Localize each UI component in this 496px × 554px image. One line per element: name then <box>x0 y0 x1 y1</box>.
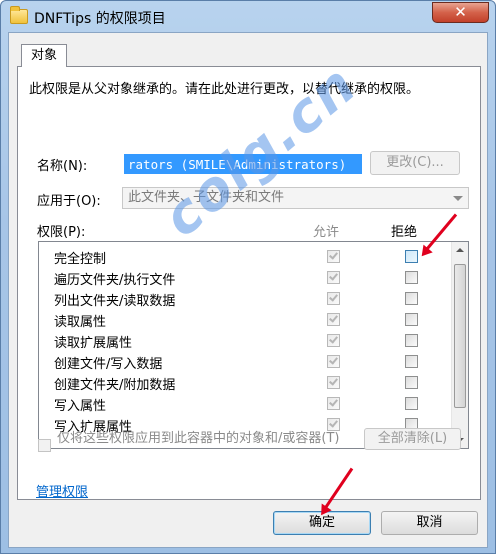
vertical-scrollbar[interactable] <box>451 242 468 448</box>
list-item: 创建文件/写入数据 <box>39 351 444 372</box>
permission-name: 创建文件夹/附加数据 <box>54 378 176 393</box>
check-icon <box>329 334 338 344</box>
scroll-thumb[interactable] <box>454 264 466 408</box>
check-icon <box>329 250 338 260</box>
allow-checkbox[interactable] <box>327 271 340 284</box>
check-icon <box>329 376 338 386</box>
list-item: 遍历文件夹/执行文件 <box>39 267 444 288</box>
clear-all-button[interactable]: 全部清除(L) <box>364 428 461 450</box>
list-item: 创建文件夹/附加数据 <box>39 372 444 393</box>
cancel-button[interactable]: 取消 <box>381 511 478 535</box>
apply-only-checkbox[interactable] <box>38 439 51 452</box>
permission-name: 读取属性 <box>54 315 107 330</box>
deny-checkbox[interactable] <box>405 292 418 305</box>
close-button[interactable]: ✕ <box>432 2 489 23</box>
check-icon <box>329 355 338 365</box>
permission-name: 读取扩展属性 <box>54 336 133 351</box>
list-item: 读取扩展属性 <box>39 330 444 351</box>
check-icon <box>329 313 338 323</box>
check-icon <box>329 292 338 302</box>
permission-name: 列出文件夹/读取数据 <box>54 294 176 309</box>
tab-object[interactable]: 对象 <box>21 44 67 67</box>
check-icon <box>329 271 338 281</box>
check-icon <box>329 397 338 407</box>
check-icon <box>329 418 338 428</box>
list-item: 列出文件夹/读取数据 <box>39 288 444 309</box>
inherit-note: 此权限是从父对象继承的。请在此处进行更改，以替代继承的权限。 <box>29 82 420 97</box>
permissions-list[interactable]: 完全控制 遍历文件夹/执行文件 列出文件夹/读取数据 读取属性 读取扩展属性 创… <box>38 241 469 449</box>
allow-checkbox[interactable] <box>327 334 340 347</box>
permission-entry-window: DNFTips 的权限项目 ✕ 对象 此权限是从父对象继承的。请在此处进行更改，… <box>0 0 496 554</box>
apply-only-label: 仅将这些权限应用到此容器中的对象和/或容器(T) <box>57 431 340 446</box>
permission-name: 完全控制 <box>54 252 107 267</box>
title-bar[interactable]: DNFTips 的权限项目 ✕ <box>1 1 495 33</box>
manage-permissions-link[interactable]: 管理权限 <box>36 481 88 500</box>
apply-to-label: 应用于(O): <box>37 194 101 209</box>
deny-checkbox[interactable] <box>405 271 418 284</box>
allow-checkbox[interactable] <box>327 376 340 389</box>
permission-name: 遍历文件夹/执行文件 <box>54 273 176 288</box>
allow-checkbox[interactable] <box>327 250 340 263</box>
deny-checkbox[interactable] <box>405 334 418 347</box>
permissions-label: 权限(P): <box>37 225 86 240</box>
deny-header: 拒绝 <box>391 225 418 240</box>
permission-name: 写入属性 <box>54 399 107 414</box>
permission-name: 创建文件/写入数据 <box>54 357 163 372</box>
list-item: 读取属性 <box>39 309 444 330</box>
deny-checkbox[interactable] <box>405 376 418 389</box>
change-button[interactable]: 更改(C)... <box>370 151 460 175</box>
allow-header: 允许 <box>313 225 340 240</box>
allow-checkbox[interactable] <box>327 313 340 326</box>
deny-checkbox[interactable] <box>405 355 418 368</box>
allow-checkbox[interactable] <box>327 292 340 305</box>
scroll-up-icon[interactable] <box>456 248 464 252</box>
chevron-down-icon <box>453 196 463 201</box>
window-title: DNFTips 的权限项目 <box>34 11 166 27</box>
allow-checkbox[interactable] <box>327 355 340 368</box>
deny-checkbox[interactable] <box>405 313 418 326</box>
list-item: 写入属性 <box>39 393 444 414</box>
folder-icon <box>10 6 28 24</box>
list-item: 完全控制 <box>39 246 444 267</box>
allow-checkbox[interactable] <box>327 397 340 410</box>
deny-checkbox[interactable] <box>405 397 418 410</box>
name-label: 名称(N): <box>37 159 88 174</box>
dialog-client: 对象 此权限是从父对象继承的。请在此处进行更改，以替代继承的权限。 名称(N):… <box>8 32 488 548</box>
